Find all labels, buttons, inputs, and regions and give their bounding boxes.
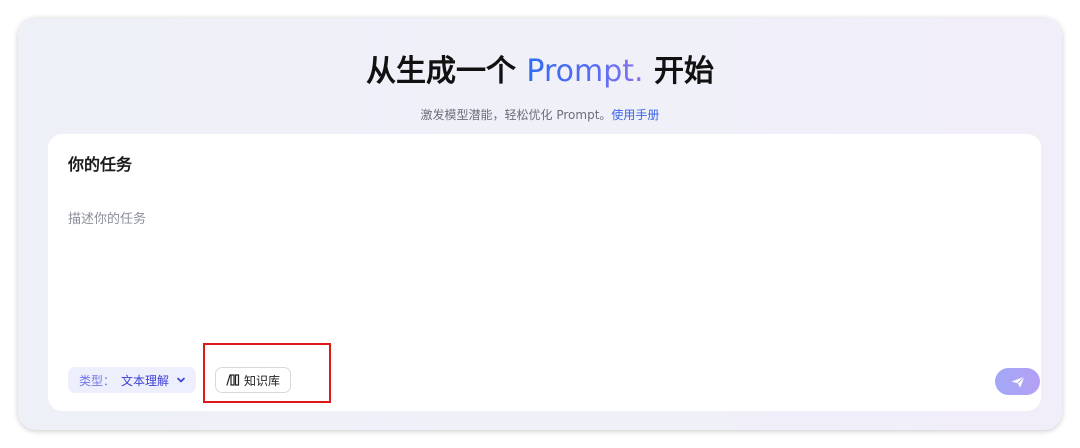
type-select[interactable]: 类型： 文本理解 xyxy=(68,367,197,393)
send-button[interactable] xyxy=(995,368,1040,395)
chevron-down-icon xyxy=(176,375,186,385)
title-brand: Prompt. xyxy=(526,54,644,89)
task-description-input[interactable] xyxy=(68,210,1008,350)
type-select-value: 文本理解 xyxy=(121,373,170,388)
knowledge-base-label: 知识库 xyxy=(244,373,281,388)
task-card: 你的任务 类型： 文本理解 知识库 xyxy=(48,134,1041,411)
prompt-generator-panel: 从生成一个 Prompt. 开始 激发模型潜能，轻松优化 Prompt。使用手册… xyxy=(18,18,1062,430)
manual-link[interactable]: 使用手册 xyxy=(611,108,659,122)
title-suffix: 开始 xyxy=(643,54,715,89)
page-subtitle: 激发模型潜能，轻松优化 Prompt。使用手册 xyxy=(18,107,1062,123)
subtitle-text: 激发模型潜能，轻松优化 Prompt。 xyxy=(420,108,612,122)
title-prefix: 从生成一个 xyxy=(365,54,527,89)
type-select-label: 类型： xyxy=(79,373,116,388)
knowledge-base-button[interactable]: 知识库 xyxy=(215,367,292,393)
task-heading: 你的任务 xyxy=(68,155,133,174)
page-title: 从生成一个 Prompt. 开始 xyxy=(18,52,1062,92)
books-icon xyxy=(226,374,240,386)
paper-plane-icon xyxy=(1010,375,1026,389)
